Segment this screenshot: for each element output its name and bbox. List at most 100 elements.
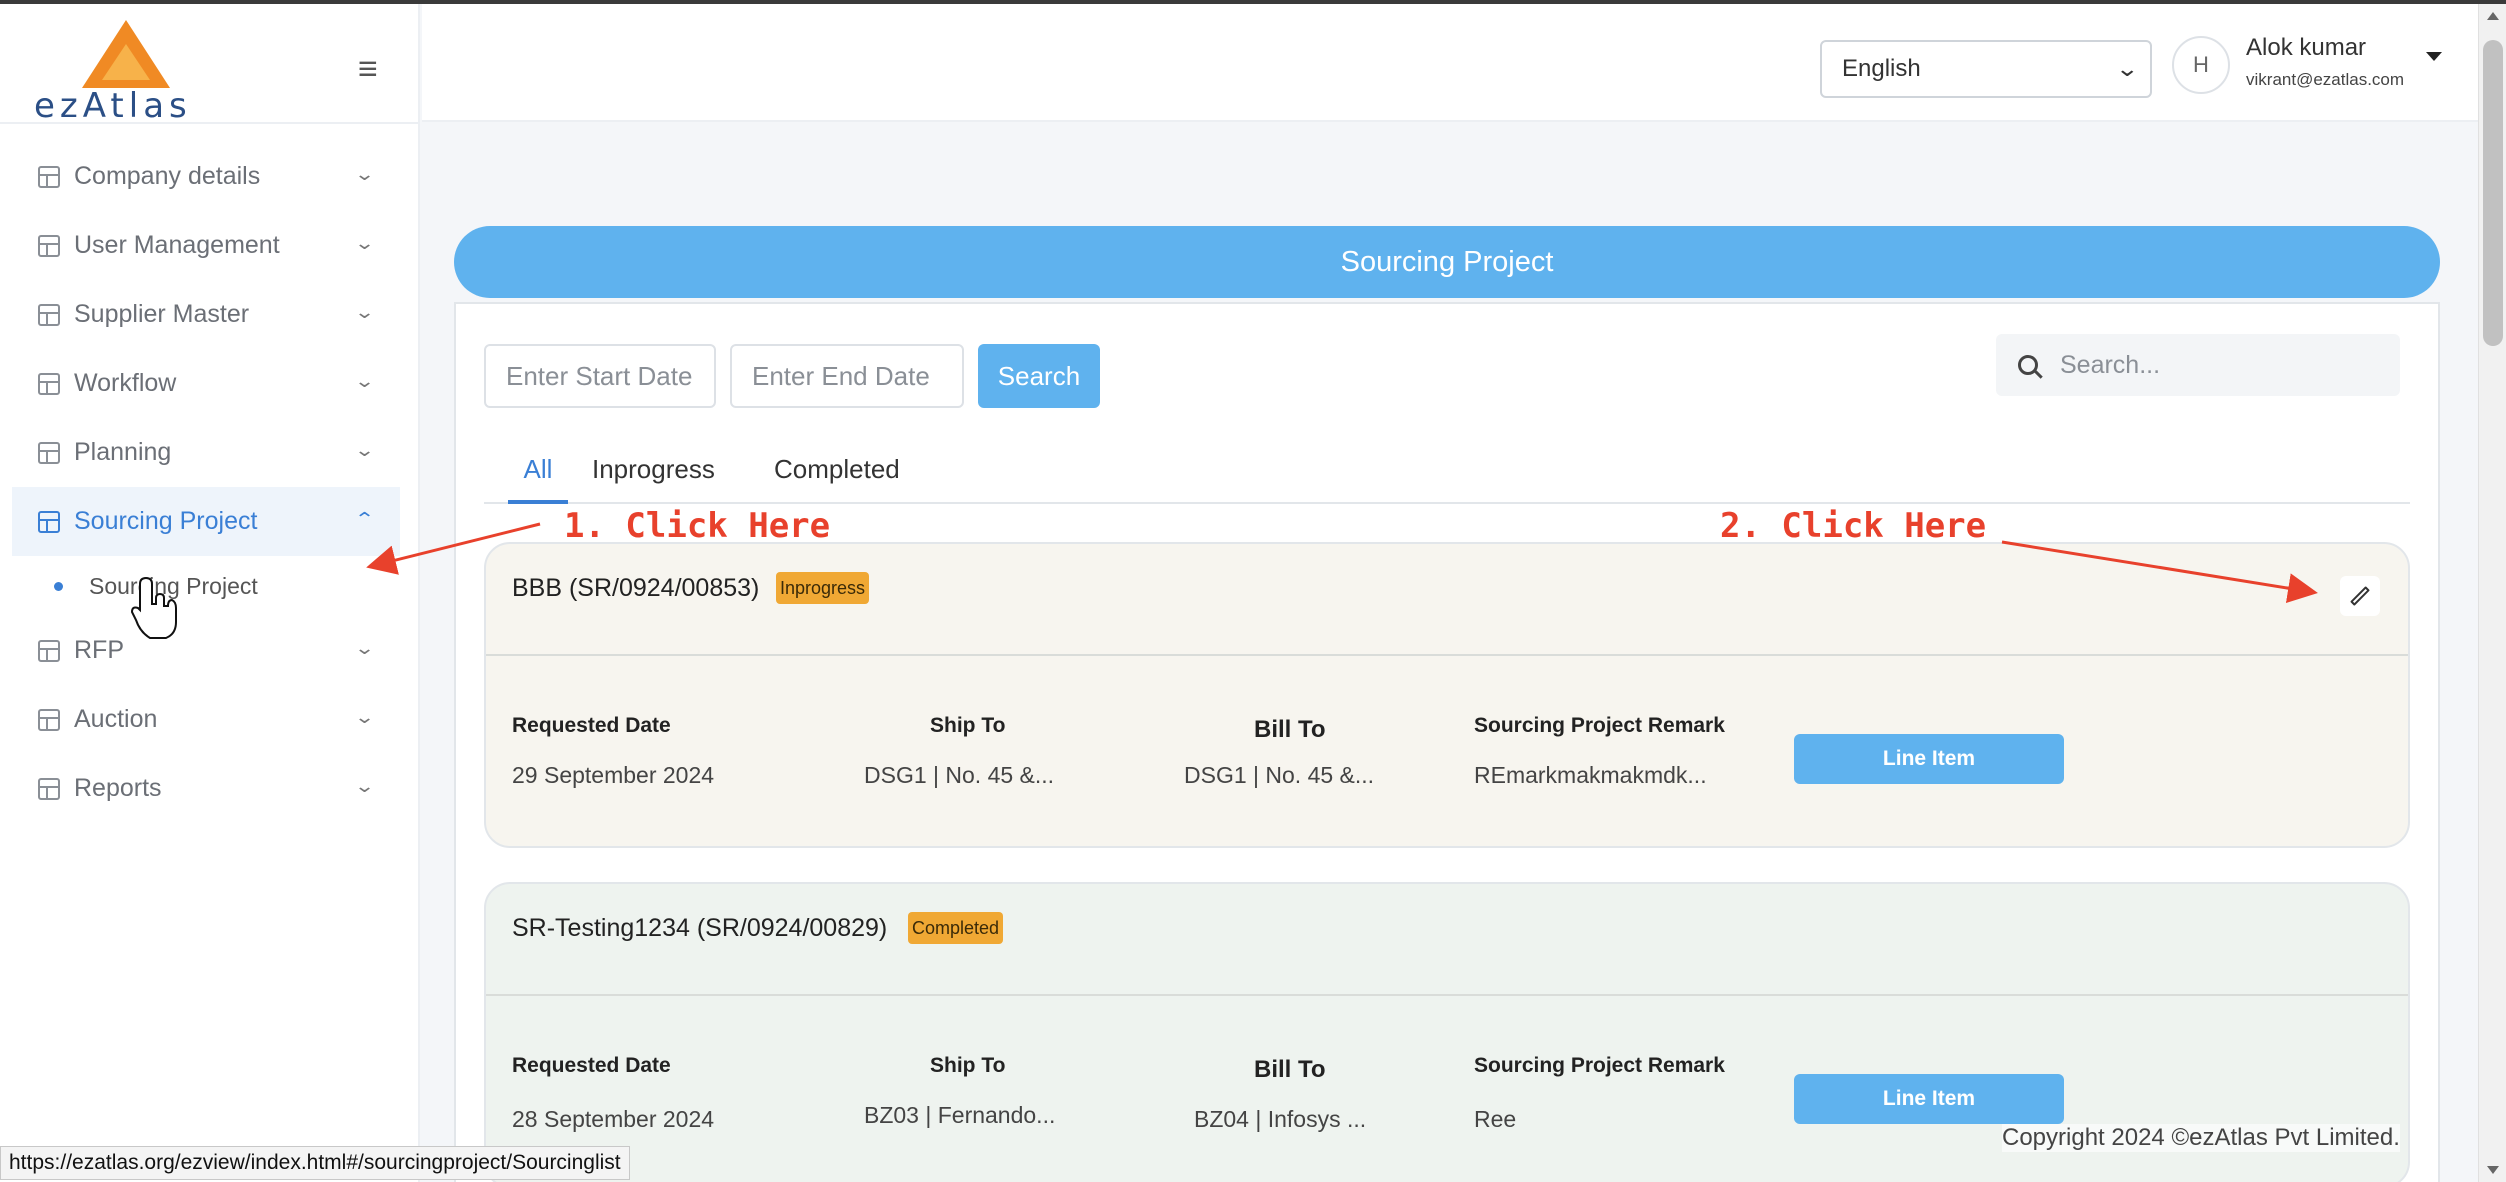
sidebar-item-label: Workflow [74, 369, 177, 397]
ezatlas-logo[interactable]: ezAtlas [30, 14, 230, 126]
divider [486, 654, 2408, 656]
book-icon [38, 165, 60, 188]
requested-date-value: 28 September 2024 [512, 1106, 715, 1132]
avatar[interactable]: H [2172, 36, 2230, 94]
ship-to-label: Ship To [930, 1054, 1006, 1077]
table-icon [38, 708, 60, 731]
sidebar-item-planning[interactable]: Planning ⌄ [12, 418, 400, 487]
top-header: English ⌄ H Alok kumar vikrant@ezatlas.c… [422, 4, 2478, 122]
requested-date-value: 29 September 2024 [512, 762, 715, 788]
user-email: vikrant@ezatlas.com [2246, 70, 2405, 89]
bill-to-value: DSG1 | No. 45 &... [1184, 762, 1375, 788]
remark-label: Sourcing Project Remark [1474, 1054, 1725, 1077]
search-button[interactable]: Search [978, 344, 1100, 408]
table-icon [38, 777, 60, 800]
chevron-down-icon: ⌄ [353, 371, 376, 391]
edit-button[interactable] [2340, 576, 2380, 616]
end-date-input[interactable]: Enter End Date [730, 344, 964, 408]
user-menu-caret-icon[interactable] [2426, 52, 2442, 61]
tab-completed[interactable]: Completed [774, 450, 900, 504]
line-item-button[interactable]: Line Item [1794, 734, 2064, 784]
table-icon [38, 303, 60, 326]
search-placeholder: Search... [2060, 350, 2161, 379]
project-card: BBB (SR/0924/00853) Inprogress Requested… [484, 542, 2410, 848]
tab-all[interactable]: All [508, 450, 568, 504]
sidebar: ezAtlas ≡ Company details ⌄ User Managem… [0, 4, 420, 1182]
sidebar-item-label: RFP [74, 636, 124, 664]
search-icon [2018, 355, 2038, 375]
chevron-down-icon: ⌄ [353, 638, 376, 658]
status-tabs: All Inprogress Completed [484, 450, 2410, 504]
sidebar-item-label: Planning [74, 438, 172, 466]
sidebar-item-label: Reports [74, 774, 162, 802]
search-input[interactable]: Search... [1996, 334, 2400, 396]
chevron-down-icon: ⌄ [353, 707, 376, 727]
sidebar-item-label: Auction [74, 705, 158, 733]
tab-inprogress[interactable]: Inprogress [592, 450, 715, 504]
sidebar-item-company-details[interactable]: Company details ⌄ [12, 142, 400, 211]
remark-label: Sourcing Project Remark [1474, 714, 1725, 737]
chevron-down-icon: ⌄ [353, 164, 376, 184]
divider [486, 994, 2408, 996]
avatar-alt-text: H [2193, 52, 2209, 77]
scroll-thumb[interactable] [2483, 40, 2503, 346]
sidebar-item-supplier-master[interactable]: Supplier Master ⌄ [12, 280, 400, 349]
logo-wordmark: ezAtlas [34, 86, 192, 126]
browser-status-url: https://ezatlas.org/ezview/index.html#/s… [0, 1146, 630, 1180]
remark-value: Ree [1474, 1106, 1517, 1132]
requested-date-label: Requested Date [512, 714, 671, 737]
sidebar-subitem-sourcing-project[interactable]: Sourcing Project [12, 556, 400, 616]
table-icon [38, 372, 60, 395]
language-select-value: English [1842, 55, 1921, 82]
chevron-up-icon: ⌃ [353, 509, 376, 529]
project-title: BBB (SR/0924/00853) [512, 574, 760, 602]
sidebar-item-label: Supplier Master [74, 300, 250, 328]
divider [0, 122, 420, 124]
scroll-up-arrow-icon[interactable] [2487, 12, 2499, 20]
page-scrollbar[interactable] [2478, 4, 2506, 1182]
remark-value: REmarkmakmakmdk... [1474, 762, 1707, 788]
sidebar-item-label: Company details [74, 162, 261, 190]
bill-to-label: Bill To [1254, 716, 1326, 743]
chevron-down-icon: ⌄ [353, 233, 376, 253]
sidebar-subitem-label: Sourcing Project [89, 572, 258, 599]
sidebar-item-workflow[interactable]: Workflow ⌄ [12, 349, 400, 418]
sidebar-item-label: Sourcing Project [74, 507, 258, 535]
scroll-down-arrow-icon[interactable] [2487, 1166, 2499, 1174]
ship-to-value: BZ03 | Fernando... [864, 1102, 1056, 1128]
start-date-input[interactable]: Enter Start Date [484, 344, 716, 408]
logo-inner-triangle-icon [102, 44, 150, 80]
ship-to-label: Ship To [930, 714, 1006, 737]
bill-to-value: BZ04 | Infosys ... [1194, 1106, 1367, 1132]
status-badge: Inprogress [776, 572, 870, 604]
chevron-down-icon: ⌄ [353, 776, 376, 796]
status-badge: Completed [908, 912, 1004, 944]
page-title-banner: Sourcing Project [454, 226, 2440, 298]
sidebar-item-rfp[interactable]: RFP ⌄ [12, 616, 400, 685]
language-select[interactable]: English ⌄ [1820, 40, 2152, 98]
sidebar-item-label: User Management [74, 231, 280, 259]
line-item-button[interactable]: Line Item [1794, 1074, 2064, 1124]
table-icon [38, 441, 60, 464]
sidebar-item-reports[interactable]: Reports ⌄ [12, 754, 400, 823]
chevron-down-icon: ⌄ [2114, 56, 2139, 81]
table-icon [38, 639, 60, 662]
copyright-text: Copyright 2024 ©ezAtlas Pvt Limited. [2002, 1124, 2400, 1152]
callout-step-1: 1. Click Here [564, 506, 831, 546]
sidebar-item-sourcing-project[interactable]: Sourcing Project ⌃ [12, 487, 400, 556]
ship-to-value: DSG1 | No. 45 &... [864, 762, 1055, 788]
sidebar-item-user-management[interactable]: User Management ⌄ [12, 211, 400, 280]
table-icon [38, 234, 60, 257]
sidebar-nav: Company details ⌄ User Management ⌄ Supp… [12, 142, 400, 823]
user-name[interactable]: Alok kumar [2246, 34, 2366, 62]
hamburger-menu-icon[interactable]: ≡ [358, 50, 378, 89]
project-title: SR-Testing1234 (SR/0924/00829) [512, 914, 888, 942]
requested-date-label: Requested Date [512, 1054, 671, 1077]
sidebar-item-auction[interactable]: Auction ⌄ [12, 685, 400, 754]
end-date-placeholder: Enter End Date [752, 360, 930, 391]
pencil-icon [2350, 586, 2370, 606]
chevron-down-icon: ⌄ [353, 440, 376, 460]
table-icon [38, 510, 60, 533]
chevron-down-icon: ⌄ [353, 302, 376, 322]
bill-to-label: Bill To [1254, 1056, 1326, 1083]
